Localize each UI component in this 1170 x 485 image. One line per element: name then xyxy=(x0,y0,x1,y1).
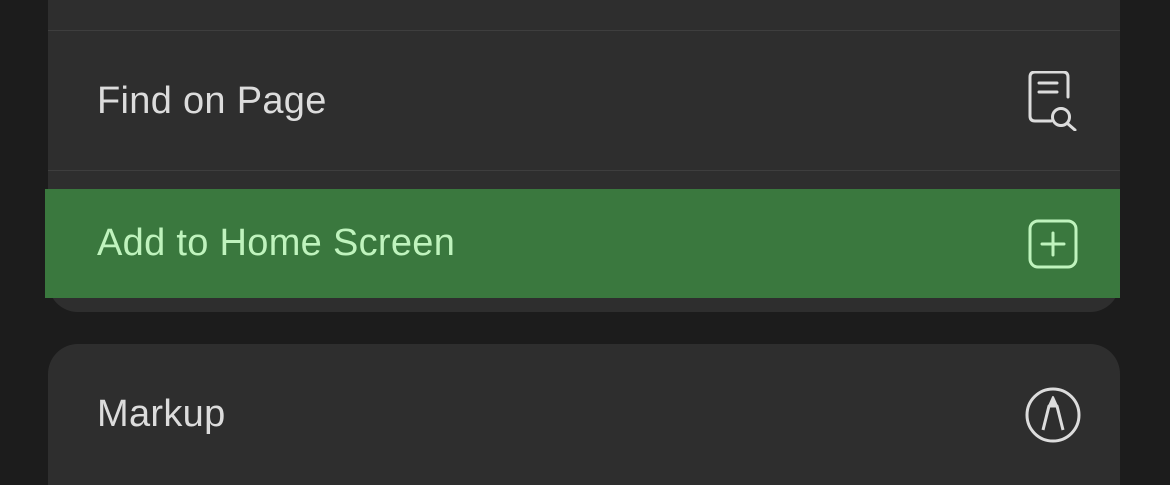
plus-square-icon xyxy=(1024,215,1082,273)
menu-item-label: Add to Home Screen xyxy=(97,222,456,264)
divider xyxy=(48,30,1120,31)
doc-search-icon xyxy=(1024,71,1082,131)
menu-item-label: Find on Page xyxy=(97,79,327,122)
menu-item-markup[interactable]: Markup xyxy=(48,344,1120,485)
divider xyxy=(48,170,1120,171)
menu-item-find-on-page[interactable]: Find on Page xyxy=(48,32,1120,170)
share-menu: Find on Page Add to Home Screen Markup xyxy=(0,0,1170,485)
menu-item-label: Markup xyxy=(97,393,226,435)
menu-item-add-to-home-screen[interactable]: Add to Home Screen xyxy=(45,189,1120,298)
markup-pen-icon xyxy=(1024,386,1082,444)
